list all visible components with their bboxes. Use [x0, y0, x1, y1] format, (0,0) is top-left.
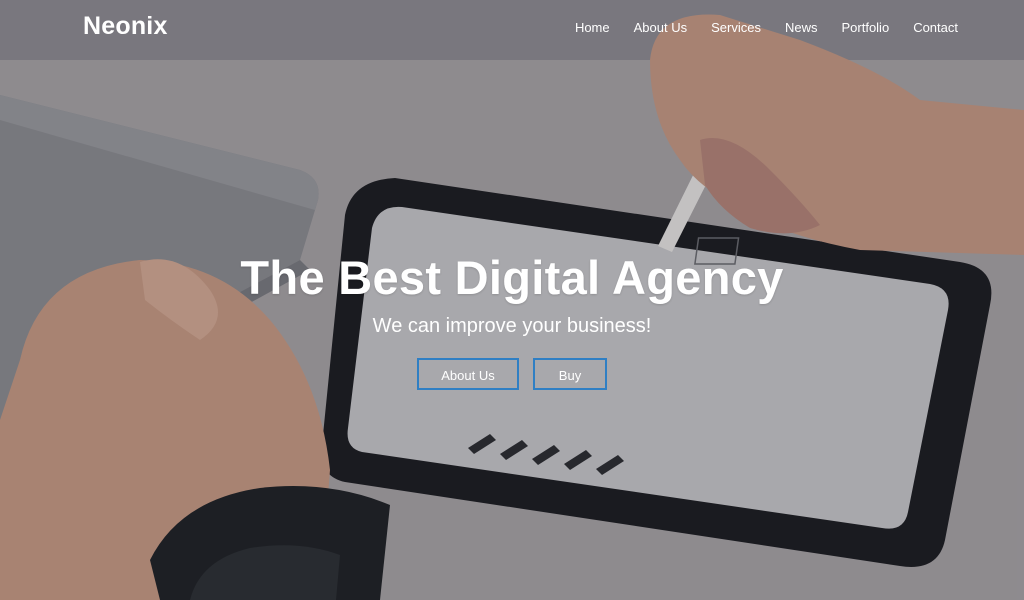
nav-item-home[interactable]: Home: [575, 20, 610, 35]
hero-buttons: About Us Buy: [0, 358, 1024, 390]
buy-button[interactable]: Buy: [533, 358, 607, 390]
hero-title: The Best Digital Agency: [240, 251, 784, 304]
nav-item-services[interactable]: Services: [711, 20, 761, 35]
navbar: Neonix Home About Us Services News Portf…: [0, 0, 1024, 56]
hero-section: Neonix Home About Us Services News Portf…: [0, 0, 1024, 600]
about-us-button[interactable]: About Us: [417, 358, 519, 390]
hero-subtitle: We can improve your business!: [372, 315, 652, 337]
nav-item-contact[interactable]: Contact: [913, 20, 958, 35]
nav-item-news[interactable]: News: [785, 20, 818, 35]
nav-menu: Home About Us Services News Portfolio Co…: [551, 20, 958, 35]
nav-item-about-us[interactable]: About Us: [634, 20, 687, 35]
brand-logo[interactable]: Neonix: [83, 12, 168, 41]
hero-content: The Best Digital Agency We can improve y…: [0, 250, 1024, 390]
nav-item-portfolio[interactable]: Portfolio: [841, 20, 889, 35]
